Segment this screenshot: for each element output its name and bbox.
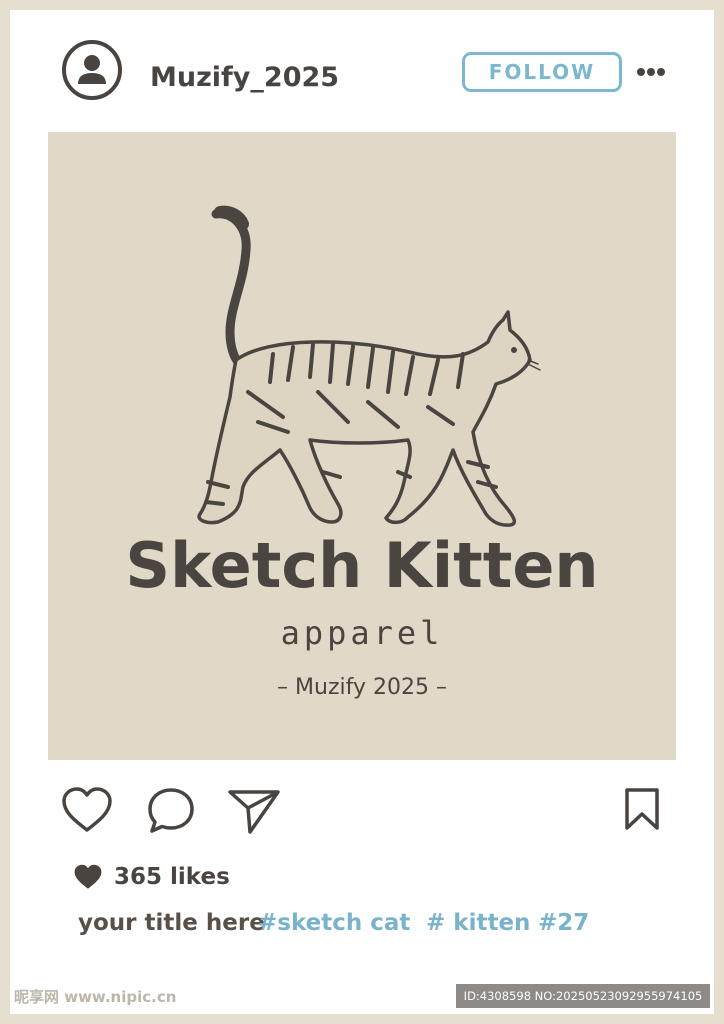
- hashtag[interactable]: # kitten: [426, 910, 530, 936]
- heart-filled-icon: [74, 864, 102, 889]
- likes-count[interactable]: 365 likes: [114, 864, 230, 890]
- caption-title: your title here: [78, 910, 265, 936]
- cat-illustration: Sketch Kitten apparel – Muzify 2025 –: [125, 205, 599, 700]
- post-image[interactable]: Sketch Kitten apparel – Muzify 2025 –: [48, 132, 676, 760]
- username[interactable]: Muzify_2025: [150, 62, 339, 93]
- comment-icon[interactable]: [146, 786, 196, 836]
- heart-icon[interactable]: [60, 786, 114, 834]
- post-card: Muzify_2025 FOLLOW Sketch Kitten apparel…: [10, 10, 714, 1014]
- share-icon[interactable]: [226, 786, 282, 836]
- artwork-subtitle: apparel: [281, 614, 444, 652]
- artwork-title: Sketch Kitten: [125, 529, 598, 602]
- likes-row: 365 likes: [72, 862, 230, 892]
- artwork-tagline: – Muzify 2025 –: [277, 675, 447, 700]
- hashtag[interactable]: #27: [538, 910, 589, 936]
- watermark-site: 昵享网 www.nipic.cn: [14, 988, 177, 1006]
- bookmark-icon[interactable]: [622, 786, 662, 832]
- follow-button[interactable]: FOLLOW: [462, 52, 622, 92]
- more-dots-icon[interactable]: [636, 64, 666, 78]
- action-bar: [10, 780, 714, 840]
- watermark-id: ID:4308598 NO:20250523092955974105: [456, 984, 710, 1008]
- user-icon: [78, 55, 106, 84]
- hashtag[interactable]: #sketch cat: [258, 910, 410, 936]
- avatar[interactable]: [62, 40, 122, 100]
